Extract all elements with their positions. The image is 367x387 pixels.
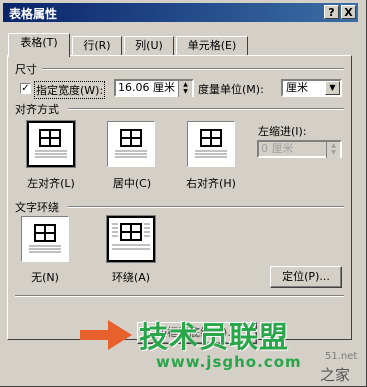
title-bar: 表格属性 ? X xyxy=(3,3,358,22)
align-right-option[interactable] xyxy=(187,121,235,167)
table-align-center-icon xyxy=(115,129,147,158)
spin-up-icon[interactable]: ▲ xyxy=(327,142,340,149)
wrap-around-option[interactable] xyxy=(106,215,156,263)
spin-up-icon[interactable]: ▲ xyxy=(179,81,192,88)
table-wrap-around-icon xyxy=(112,223,150,250)
alignment-divider xyxy=(68,108,344,110)
table-align-left-icon xyxy=(35,129,67,158)
wrap-section-label: 文字环绕 xyxy=(15,201,59,214)
watermark-url: www.jsgho.com xyxy=(156,353,302,371)
align-right-label: 右对齐(H) xyxy=(186,177,236,190)
tab-cell[interactable]: 单元格(E) xyxy=(176,36,248,56)
wrap-around-label: 环绕(A) xyxy=(111,271,151,284)
unit-label: 度量单位(M): xyxy=(198,83,264,96)
spin-down-icon[interactable]: ▼ xyxy=(327,149,340,156)
wrap-none-option[interactable] xyxy=(21,216,69,262)
tab-row[interactable]: 行(R) xyxy=(72,36,122,56)
chevron-down-icon[interactable]: ▼ xyxy=(325,81,340,95)
unit-select[interactable]: 厘米 ▼ xyxy=(281,79,342,97)
tab-column[interactable]: 列(U) xyxy=(124,36,174,56)
width-checkbox[interactable]: ✓ xyxy=(20,83,31,94)
help-button[interactable]: ? xyxy=(324,5,339,19)
alignment-section-label: 对齐方式 xyxy=(15,103,59,116)
table-no-wrap-icon xyxy=(29,224,61,253)
arrow-icon xyxy=(80,320,132,350)
align-left-option[interactable] xyxy=(26,120,76,168)
width-input-value: 16.06 厘米 xyxy=(118,81,175,94)
table-properties-dialog: 表格属性 ? X 表格(T) 行(R) 列(U) 单元格(E) 尺寸 ✓ 指定宽… xyxy=(0,0,367,387)
watermark-corner-bottom: 之家 xyxy=(320,366,351,384)
indent-input[interactable]: 0 厘米 ▲ ▼ xyxy=(257,140,342,158)
spin-down-icon[interactable]: ▼ xyxy=(179,88,192,95)
align-center-option[interactable] xyxy=(107,121,155,167)
size-section-label: 尺寸 xyxy=(15,63,37,76)
unit-select-value: 厘米 xyxy=(286,81,308,94)
align-center-label: 居中(C) xyxy=(112,177,152,190)
wrap-none-label: 无(N) xyxy=(31,271,59,284)
footer-divider xyxy=(15,295,344,297)
watermark-brand: 技术员联盟 xyxy=(139,320,290,354)
align-left-label: 左对齐(L) xyxy=(27,177,75,190)
wrap-divider xyxy=(68,206,344,208)
indent-input-value: 0 厘米 xyxy=(261,142,294,155)
position-button[interactable]: 定位(P)... xyxy=(270,266,342,288)
width-input[interactable]: 16.06 厘米 ▲ ▼ xyxy=(114,79,194,97)
indent-label: 左缩进(I): xyxy=(258,125,307,138)
indent-spinner[interactable]: ▲ ▼ xyxy=(326,142,340,158)
watermark-corner-top: 51.net xyxy=(325,351,358,362)
size-divider xyxy=(42,68,344,70)
tab-table[interactable]: 表格(T) xyxy=(8,33,70,57)
table-align-right-icon xyxy=(195,129,227,158)
width-spinner[interactable]: ▲ ▼ xyxy=(178,81,192,97)
dialog-title: 表格属性 xyxy=(9,7,58,21)
width-checkbox-label: 指定宽度(W): xyxy=(34,81,106,99)
close-button[interactable]: X xyxy=(341,5,356,19)
